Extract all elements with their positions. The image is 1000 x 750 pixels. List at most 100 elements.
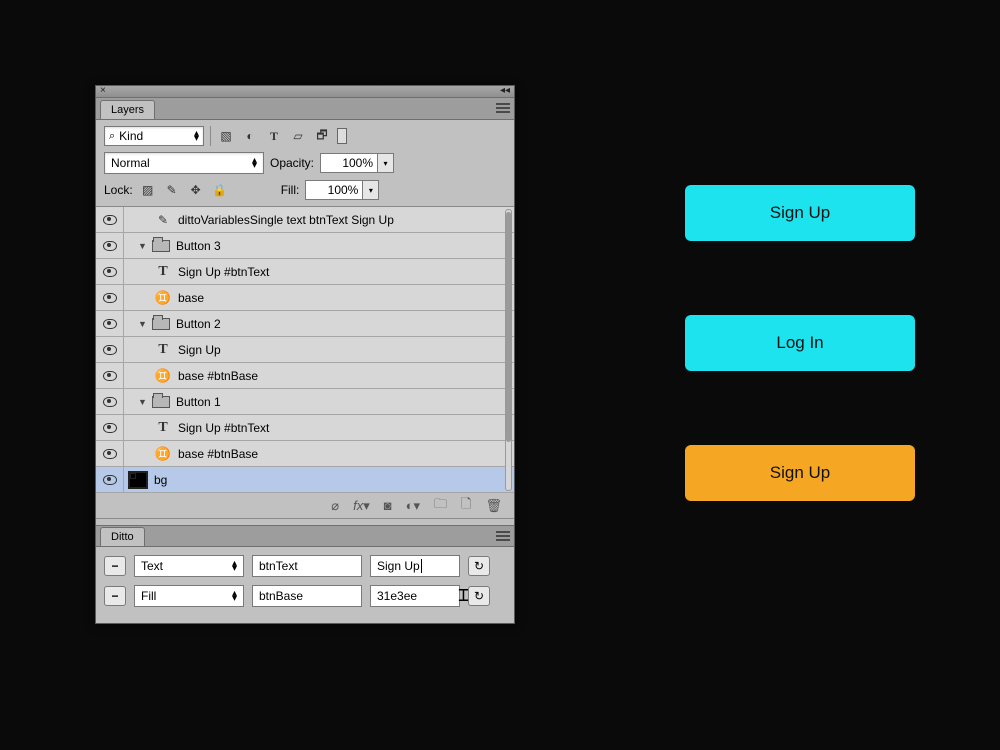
layer-style-icon[interactable]: fx▾ <box>353 498 370 514</box>
link-layers-icon[interactable]: ⌀ <box>331 498 339 514</box>
lock-position-icon[interactable]: ✥ <box>187 181 205 199</box>
fill-label: Fill: <box>281 183 300 197</box>
opacity-dropdown[interactable]: ▾ <box>378 153 394 173</box>
canvas-button-3: Sign Up <box>685 445 915 501</box>
opacity-value: 100% <box>342 156 373 170</box>
refresh-button[interactable]: ↻ <box>468 556 490 576</box>
variable-type-select[interactable]: Fill ▴▾ <box>134 585 244 607</box>
ditto-panel-body: − Text ▴▾ btnText Sign Up ↻ − Fill ▴▾ bt… <box>96 547 514 623</box>
delete-layer-icon[interactable]: 🗑 <box>485 498 502 514</box>
visibility-icon[interactable] <box>103 371 117 381</box>
fill-dropdown[interactable]: ▾ <box>363 180 379 200</box>
close-icon[interactable]: × <box>100 85 106 96</box>
layer-name: Button 3 <box>176 239 221 253</box>
layer-mask-icon[interactable]: ◙ <box>384 498 392 513</box>
shape-icon: ♊ <box>154 446 172 462</box>
visibility-icon[interactable] <box>103 475 117 485</box>
layer-row[interactable]: ▼ Button 1 <box>96 389 514 415</box>
variable-value-input[interactable]: Sign Up <box>370 555 460 577</box>
visibility-icon[interactable] <box>103 423 117 433</box>
layers-scrollbar[interactable] <box>505 209 512 491</box>
visibility-icon[interactable] <box>103 293 117 303</box>
scrollbar-thumb[interactable] <box>506 212 511 442</box>
visibility-icon[interactable] <box>103 397 117 407</box>
layer-row[interactable]: T Sign Up <box>96 337 514 363</box>
layer-row[interactable]: ♊ base <box>96 285 514 311</box>
filter-smart-icon[interactable]: 🗗 <box>313 127 331 145</box>
layer-row[interactable]: ♊ base #btnBase <box>96 441 514 467</box>
brush-icon <box>154 212 172 228</box>
type-icon: T <box>154 264 172 280</box>
new-layer-icon[interactable]: 🗋 <box>461 495 471 517</box>
filter-pixel-icon[interactable]: ▧ <box>217 127 235 145</box>
layer-row-selected[interactable]: bg <box>96 467 514 493</box>
filter-type-icon[interactable]: T <box>265 127 283 145</box>
panel-titlebar[interactable]: × ◂◂ <box>96 86 514 98</box>
disclosure-icon[interactable]: ▼ <box>138 319 150 329</box>
variable-value-input[interactable]: 31e3eeᏆ <box>370 585 460 607</box>
layer-name: dittoVariablesSingle text btnText Sign U… <box>178 213 394 227</box>
visibility-icon[interactable] <box>103 241 117 251</box>
new-group-icon[interactable]: 🗀 <box>434 495 447 517</box>
visibility-icon[interactable] <box>103 215 117 225</box>
layer-row[interactable]: dittoVariablesSingle text btnText Sign U… <box>96 207 514 233</box>
layer-name: Sign Up <box>178 343 221 357</box>
layer-thumbnail <box>128 471 148 489</box>
visibility-icon[interactable] <box>103 345 117 355</box>
layer-row[interactable]: T Sign Up #btnText <box>96 415 514 441</box>
filter-toggle-icon[interactable] <box>337 128 347 144</box>
disclosure-icon[interactable]: ▼ <box>138 241 150 251</box>
ibeam-cursor-icon: Ꮖ <box>458 588 469 606</box>
remove-variable-button[interactable]: − <box>104 586 126 606</box>
stepper-icon: ▴▾ <box>232 591 237 601</box>
layer-row[interactable]: ▼ Button 3 <box>96 233 514 259</box>
variable-name-input[interactable]: btnText <box>252 555 362 577</box>
lock-transparency-icon[interactable]: ▨ <box>139 181 157 199</box>
variable-value-text: Sign Up <box>377 559 420 573</box>
layer-name: Button 1 <box>176 395 221 409</box>
opacity-input[interactable]: 100% <box>320 153 378 173</box>
shape-icon: ♊ <box>154 290 172 306</box>
fill-value: 100% <box>328 183 359 197</box>
ditto-row: − Fill ▴▾ btnBase 31e3eeᏆ ↻ <box>104 585 506 607</box>
tab-layers-label: Layers <box>111 104 144 116</box>
panel-menu-icon[interactable] <box>496 103 510 113</box>
tab-ditto[interactable]: Ditto <box>100 527 145 546</box>
remove-variable-button[interactable]: − <box>104 556 126 576</box>
refresh-button[interactable]: ↻ <box>468 586 490 606</box>
variable-value-text: 31e3ee <box>377 589 417 603</box>
panel-menu-icon[interactable] <box>496 531 510 541</box>
layer-row[interactable]: ▼ Button 2 <box>96 311 514 337</box>
tab-layers[interactable]: Layers <box>100 100 155 119</box>
variable-type-select[interactable]: Text ▴▾ <box>134 555 244 577</box>
layer-row[interactable]: T Sign Up #btnText <box>96 259 514 285</box>
text-cursor <box>421 559 422 573</box>
disclosure-icon[interactable]: ▼ <box>138 397 150 407</box>
visibility-icon[interactable] <box>103 267 117 277</box>
ditto-tab-strip: Ditto <box>96 525 514 547</box>
canvas-button-1-label: Sign Up <box>770 203 830 223</box>
filter-adjustment-icon[interactable]: ◐ <box>241 127 259 145</box>
filter-shape-icon[interactable]: ▱ <box>289 127 307 145</box>
fill-input[interactable]: 100% <box>305 180 363 200</box>
variable-name-input[interactable]: btnBase <box>252 585 362 607</box>
collapse-icon[interactable]: ◂◂ <box>500 85 510 96</box>
visibility-icon[interactable] <box>103 449 117 459</box>
layer-row[interactable]: ♊ base #btnBase <box>96 363 514 389</box>
layers-tab-strip: Layers <box>96 98 514 120</box>
lock-pixels-icon[interactable]: ✎ <box>163 181 181 199</box>
folder-icon <box>152 318 170 330</box>
shape-icon: ♊ <box>154 368 172 384</box>
search-icon: ⌕ <box>109 130 115 143</box>
blend-mode-select[interactable]: Normal ▴▾ <box>104 152 264 174</box>
type-icon: T <box>154 420 172 436</box>
filter-kind-label: Kind <box>119 129 143 143</box>
visibility-icon[interactable] <box>103 319 117 329</box>
tab-ditto-label: Ditto <box>111 531 134 543</box>
stepper-icon: ▴▾ <box>194 131 199 141</box>
filter-kind-select[interactable]: ⌕ Kind ▴▾ <box>104 126 204 146</box>
adjustment-layer-icon[interactable]: ◐▾ <box>406 498 420 514</box>
lock-all-icon[interactable]: 🔒 <box>211 181 229 199</box>
panels-window: × ◂◂ Layers ⌕ Kind ▴▾ ▧ ◐ T ▱ 🗗 No <box>95 85 515 624</box>
layers-footer: ⌀ fx▾ ◙ ◐▾ 🗀 🗋 🗑 <box>96 493 514 519</box>
